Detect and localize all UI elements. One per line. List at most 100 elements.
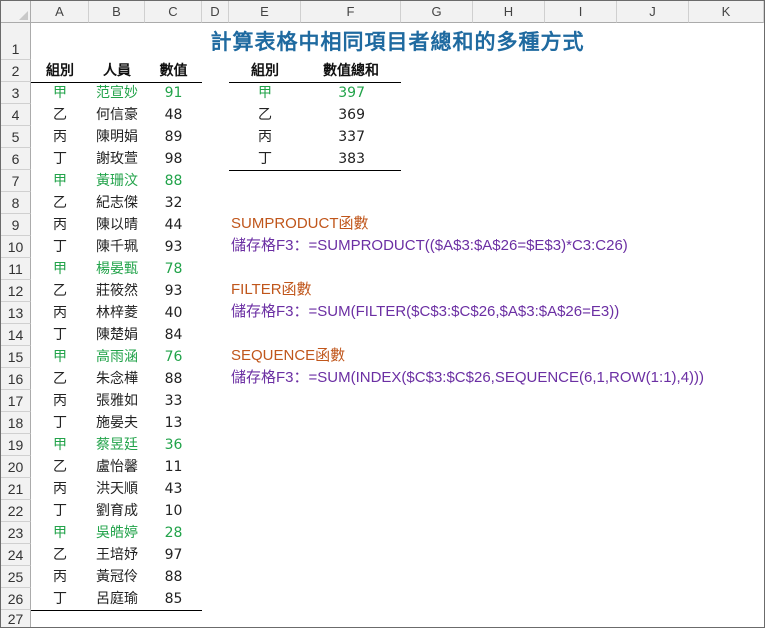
row-header-27[interactable]: 27 xyxy=(1,610,31,627)
column-header-b[interactable]: B xyxy=(89,1,145,23)
row-header-10[interactable]: 10 xyxy=(1,236,31,258)
table-cell-name[interactable]: 陳明娟 xyxy=(89,126,145,148)
select-all-corner[interactable] xyxy=(1,1,31,23)
header-value[interactable]: 數值 xyxy=(145,60,202,82)
table-cell-name[interactable]: 范宣妙 xyxy=(89,82,145,104)
row-header-23[interactable]: 23 xyxy=(1,522,31,544)
table-cell-value[interactable]: 28 xyxy=(145,522,202,544)
row-header-24[interactable]: 24 xyxy=(1,544,31,566)
table-cell-value[interactable]: 44 xyxy=(145,214,202,236)
table-cell-value[interactable]: 93 xyxy=(145,280,202,302)
row-header-25[interactable]: 25 xyxy=(1,566,31,588)
column-header-e[interactable]: E xyxy=(229,1,301,23)
row-header-14[interactable]: 14 xyxy=(1,324,31,346)
summary-header-sum[interactable]: 數值總和 xyxy=(301,60,401,82)
table-cell-group[interactable]: 乙 xyxy=(31,280,89,302)
header-group[interactable]: 組別 xyxy=(31,60,89,82)
table-cell-value[interactable]: 88 xyxy=(145,170,202,192)
sheet-title[interactable]: 計算表格中相同項目者總和的多種方式 xyxy=(31,25,764,60)
table-cell-name[interactable]: 謝玫萱 xyxy=(89,148,145,170)
table-cell-value[interactable]: 76 xyxy=(145,346,202,368)
table-cell-value[interactable]: 32 xyxy=(145,192,202,214)
column-header-c[interactable]: C xyxy=(145,1,202,23)
table-cell-name[interactable]: 黃珊汶 xyxy=(89,170,145,192)
table-cell-value[interactable]: 11 xyxy=(145,456,202,478)
column-header-f[interactable]: F xyxy=(301,1,401,23)
table-cell-group[interactable]: 乙 xyxy=(31,368,89,390)
table-cell-name[interactable]: 朱念樺 xyxy=(89,368,145,390)
table-cell-group[interactable]: 丙 xyxy=(31,478,89,500)
table-cell-group[interactable]: 丙 xyxy=(31,126,89,148)
summary-cell-sum[interactable]: 397 xyxy=(301,82,365,104)
row-header-8[interactable]: 8 xyxy=(1,192,31,214)
table-cell-name[interactable]: 楊晏甄 xyxy=(89,258,145,280)
row-header-12[interactable]: 12 xyxy=(1,280,31,302)
table-cell-group[interactable]: 丁 xyxy=(31,324,89,346)
table-cell-value[interactable]: 10 xyxy=(145,500,202,522)
row-header-20[interactable]: 20 xyxy=(1,456,31,478)
row-header-7[interactable]: 7 xyxy=(1,170,31,192)
table-cell-name[interactable]: 王培妤 xyxy=(89,544,145,566)
method-formula[interactable]: 儲存格F3：=SUMPRODUCT(($A$3:$A$26=$E$3)*C3:C… xyxy=(231,235,628,257)
row-header-2[interactable]: 2 xyxy=(1,60,31,82)
table-cell-group[interactable]: 甲 xyxy=(31,170,89,192)
table-cell-name[interactable]: 陳楚娟 xyxy=(89,324,145,346)
column-header-k[interactable]: K xyxy=(689,1,764,23)
table-cell-value[interactable]: 85 xyxy=(145,588,202,610)
table-cell-group[interactable]: 丁 xyxy=(31,588,89,610)
table-cell-group[interactable]: 乙 xyxy=(31,456,89,478)
summary-cell-sum[interactable]: 337 xyxy=(301,126,365,148)
table-cell-value[interactable]: 88 xyxy=(145,368,202,390)
table-cell-group[interactable]: 丁 xyxy=(31,500,89,522)
table-cell-name[interactable]: 林梓菱 xyxy=(89,302,145,324)
table-cell-name[interactable]: 莊筱然 xyxy=(89,280,145,302)
table-cell-value[interactable]: 36 xyxy=(145,434,202,456)
table-cell-value[interactable]: 40 xyxy=(145,302,202,324)
table-cell-value[interactable]: 88 xyxy=(145,566,202,588)
row-header-3[interactable]: 3 xyxy=(1,82,31,104)
table-cell-value[interactable]: 93 xyxy=(145,236,202,258)
method-label[interactable]: SEQUENCE函數 xyxy=(231,345,345,367)
table-cell-name[interactable]: 蔡昱廷 xyxy=(89,434,145,456)
table-cell-name[interactable]: 劉育成 xyxy=(89,500,145,522)
table-cell-name[interactable]: 陳千珮 xyxy=(89,236,145,258)
row-header-18[interactable]: 18 xyxy=(1,412,31,434)
spreadsheet[interactable]: ABCDEFGHIJK 1 2 3 4 5 6 7 8 9 10 11 12 13 14 15 16 17 18 1… xyxy=(0,0,765,628)
column-header-h[interactable]: H xyxy=(473,1,545,23)
table-cell-group[interactable]: 甲 xyxy=(31,82,89,104)
method-label[interactable]: SUMPRODUCT函數 xyxy=(231,213,369,235)
table-cell-value[interactable]: 13 xyxy=(145,412,202,434)
summary-cell-sum[interactable]: 383 xyxy=(301,148,365,170)
row-header-13[interactable]: 13 xyxy=(1,302,31,324)
column-header-j[interactable]: J xyxy=(617,1,689,23)
table-cell-group[interactable]: 丁 xyxy=(31,412,89,434)
table-cell-name[interactable]: 吳皓婷 xyxy=(89,522,145,544)
row-header-26[interactable]: 26 xyxy=(1,588,31,610)
table-cell-group[interactable]: 甲 xyxy=(31,346,89,368)
table-cell-value[interactable]: 91 xyxy=(145,82,202,104)
table-cell-name[interactable]: 施晏夫 xyxy=(89,412,145,434)
table-cell-name[interactable]: 張雅如 xyxy=(89,390,145,412)
table-cell-name[interactable]: 高雨涵 xyxy=(89,346,145,368)
column-header-d[interactable]: D xyxy=(202,1,229,23)
table-cell-group[interactable]: 丁 xyxy=(31,148,89,170)
table-cell-name[interactable]: 陳以晴 xyxy=(89,214,145,236)
table-cell-group[interactable]: 丁 xyxy=(31,236,89,258)
summary-cell-group[interactable]: 乙 xyxy=(229,104,301,126)
table-cell-value[interactable]: 89 xyxy=(145,126,202,148)
table-cell-group[interactable]: 丙 xyxy=(31,214,89,236)
table-cell-name[interactable]: 洪天順 xyxy=(89,478,145,500)
table-cell-value[interactable]: 33 xyxy=(145,390,202,412)
row-header-19[interactable]: 19 xyxy=(1,434,31,456)
table-cell-name[interactable]: 紀志傑 xyxy=(89,192,145,214)
table-cell-group[interactable]: 乙 xyxy=(31,104,89,126)
header-name[interactable]: 人員 xyxy=(89,60,145,82)
table-cell-group[interactable]: 甲 xyxy=(31,434,89,456)
row-header-17[interactable]: 17 xyxy=(1,390,31,412)
table-cell-name[interactable]: 黃冠伶 xyxy=(89,566,145,588)
method-label[interactable]: FILTER函數 xyxy=(231,279,312,301)
summary-cell-group[interactable]: 甲 xyxy=(229,82,301,104)
method-formula[interactable]: 儲存格F3：=SUM(INDEX($C$3:$C$26,SEQUENCE(6,1… xyxy=(231,367,704,389)
row-header-11[interactable]: 11 xyxy=(1,258,31,280)
table-cell-group[interactable]: 乙 xyxy=(31,192,89,214)
